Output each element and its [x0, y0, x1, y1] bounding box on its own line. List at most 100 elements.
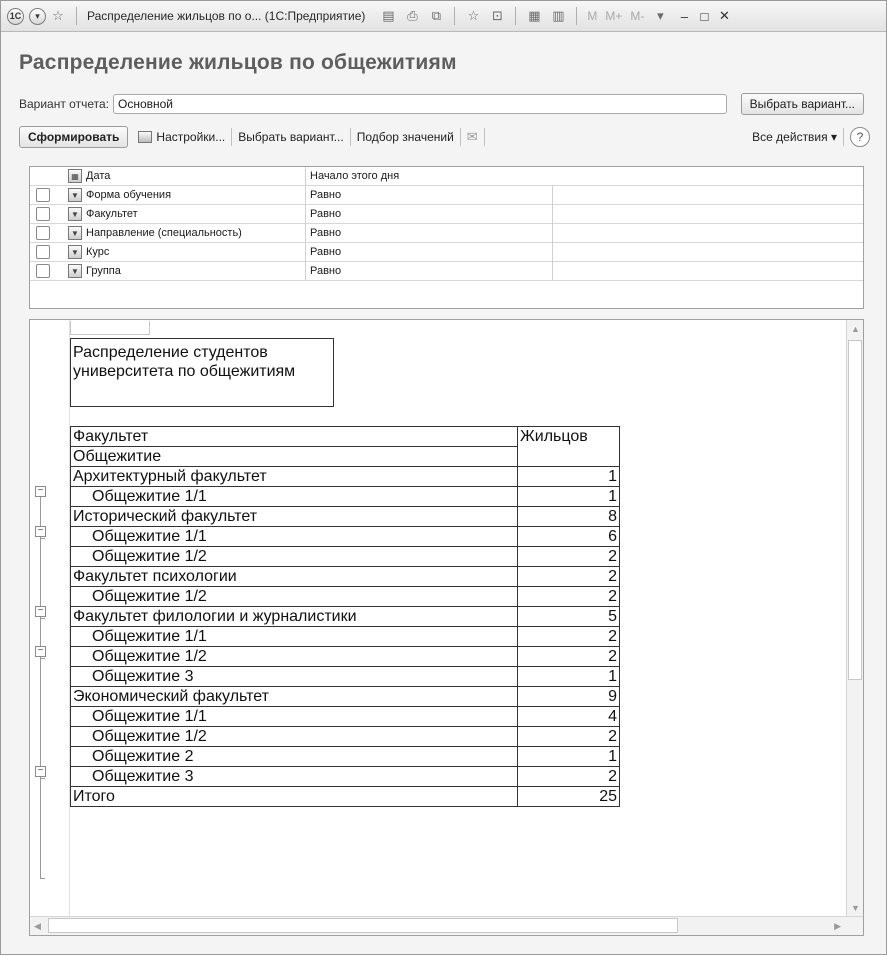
dorm-cell: Общежитие 3 [70, 666, 518, 687]
command-bar: Сформировать Настройки... Выбрать вариан… [19, 124, 870, 150]
calendar-icon: ▦ [68, 169, 82, 183]
generate-button[interactable]: Сформировать [19, 126, 129, 148]
scroll-right-icon[interactable]: ▶ [834, 921, 841, 932]
collapse-toggle-icon[interactable]: − [35, 606, 46, 617]
table-row: Факультет психологии 2 [70, 566, 620, 587]
collapse-toggle-icon[interactable]: − [35, 766, 46, 777]
row-checkbox[interactable] [36, 245, 50, 259]
envelope-icon: ✉ [466, 129, 478, 144]
count-cell: 4 [517, 706, 620, 727]
settings-row-condition[interactable]: Равно [305, 223, 553, 243]
filter-icon: ▼ [68, 245, 82, 259]
scroll-left-icon[interactable]: ◀ [34, 921, 41, 932]
faculty-cell: Архитектурный факультет [70, 466, 518, 487]
toolbar-choose-variant-button[interactable]: Выбрать вариант... [232, 130, 349, 144]
send-mail-button[interactable]: ✉ [461, 129, 484, 145]
chevron-down-icon[interactable]: ▾ [651, 7, 669, 25]
count-cell: 1 [517, 746, 620, 767]
vertical-scroll-thumb[interactable] [848, 340, 862, 680]
count-cell: 2 [517, 626, 620, 647]
tree-line [40, 878, 45, 879]
count-cell: 5 [517, 606, 620, 627]
horizontal-scroll-thumb[interactable] [48, 918, 678, 933]
settings-row-condition[interactable]: Равно [305, 185, 553, 205]
collapse-toggle-icon[interactable]: − [35, 646, 46, 657]
count-cell: 6 [517, 526, 620, 547]
settings-row-name: Факультет [86, 208, 138, 220]
table-row: Общежитие 1/1 1 [70, 486, 620, 507]
title-separator [454, 7, 456, 25]
row-checkbox[interactable] [36, 264, 50, 278]
table-row: Исторический факультет 8 [70, 506, 620, 527]
save-icon[interactable]: ▤ [379, 7, 397, 25]
settings-button[interactable]: Настройки... [132, 130, 231, 144]
report-spreadsheet[interactable]: − − − − − Распределение студентов универ… [29, 319, 864, 936]
calendar-icon[interactable]: ▥ [549, 7, 567, 25]
filter-icon: ▼ [68, 226, 82, 240]
all-actions-menu[interactable]: Все действия ▾ [746, 130, 843, 144]
menu-dropdown-icon[interactable]: ▾ [29, 7, 46, 25]
app-logo-text: 1С [9, 11, 22, 21]
settings-row-condition[interactable]: Начало этого дня [305, 166, 865, 186]
settings-row-name: Курс [86, 246, 110, 258]
page-title: Распределение жильцов по общежитиям [19, 51, 457, 74]
settings-row-condition[interactable]: Равно [305, 204, 553, 224]
total-value: 25 [517, 786, 620, 807]
dorm-cell: Общежитие 1/1 [70, 626, 518, 647]
memory-plus-button[interactable]: M+ [605, 9, 622, 23]
dorm-cell: Общежитие 1/1 [70, 526, 518, 547]
memory-minus-button[interactable]: M- [630, 9, 644, 23]
calculator-icon[interactable]: ▦ [525, 7, 543, 25]
vertical-scrollbar[interactable]: ▲ ▼ [846, 320, 863, 917]
table-row: Общежитие 1/2 2 [70, 546, 620, 567]
row-checkbox[interactable] [36, 207, 50, 221]
dorm-cell: Общежитие 3 [70, 766, 518, 787]
count-cell: 2 [517, 566, 620, 587]
table-row: Общежитие 3 1 [70, 666, 620, 687]
help-icon[interactable]: ? [850, 127, 870, 147]
close-button[interactable]: ✕ [716, 8, 732, 24]
toolbar-separator [843, 128, 844, 146]
settings-row-date: ▦ Дата Начало этого дня [30, 166, 865, 186]
faculty-cell: Факультет психологии [70, 566, 518, 587]
scroll-down-icon[interactable]: ▼ [851, 903, 860, 913]
favorite-star-icon[interactable]: ☆ [49, 7, 67, 25]
count-cell: 1 [517, 666, 620, 687]
settings-label: Настройки... [156, 130, 226, 144]
table-row: Общежитие 1/2 2 [70, 726, 620, 747]
window-title: Распределение жильцов по о... (1С:Предпр… [87, 9, 366, 23]
print-preview-icon[interactable]: ⧉ [427, 7, 445, 25]
settings-row-condition[interactable]: Равно [305, 242, 553, 262]
row-checkbox[interactable] [36, 188, 50, 202]
collapse-toggle-icon[interactable]: − [35, 526, 46, 537]
favorites-list-icon[interactable]: ⊡ [488, 7, 506, 25]
table-row: Общежитие 1/2 2 [70, 586, 620, 607]
settings-row-name: Группа [86, 265, 121, 277]
memory-m-button[interactable]: M [587, 9, 597, 23]
minimize-button[interactable]: – [676, 9, 692, 24]
table-row: Факультет Жильцов [70, 426, 620, 467]
dorm-cell: Общежитие 1/2 [70, 646, 518, 667]
horizontal-scrollbar[interactable]: ◀ ▶ [30, 916, 863, 935]
add-favorite-icon[interactable]: ☆ [464, 7, 482, 25]
choose-variant-button[interactable]: Выбрать вариант... [740, 93, 864, 115]
faculty-cell: Факультет филологии и журналистики [70, 606, 518, 627]
app-logo-icon[interactable]: 1С [7, 7, 24, 25]
variant-field[interactable]: Основной [113, 94, 727, 114]
print-icon[interactable]: ⎙ [403, 7, 421, 25]
filter-icon: ▼ [68, 264, 82, 278]
filter-icon: ▼ [68, 207, 82, 221]
scroll-up-icon[interactable]: ▲ [851, 324, 860, 334]
maximize-button[interactable]: □ [696, 9, 712, 24]
settings-row-condition[interactable]: Равно [305, 261, 553, 281]
dorm-cell: Общежитие 1/2 [70, 546, 518, 567]
settings-table: ▦ Дата Начало этого дня ▼ Форма обучения… [29, 166, 864, 309]
select-values-button[interactable]: Подбор значений [351, 130, 460, 144]
grouping-gutter: − − − − − [30, 320, 70, 917]
row-checkbox[interactable] [36, 226, 50, 240]
collapse-toggle-icon[interactable]: − [35, 486, 46, 497]
count-cell: 2 [517, 726, 620, 747]
table-row: Экономический факультет 9 [70, 686, 620, 707]
header-dorm: Общежитие [70, 446, 518, 467]
table-row: Общежитие 2 1 [70, 746, 620, 767]
